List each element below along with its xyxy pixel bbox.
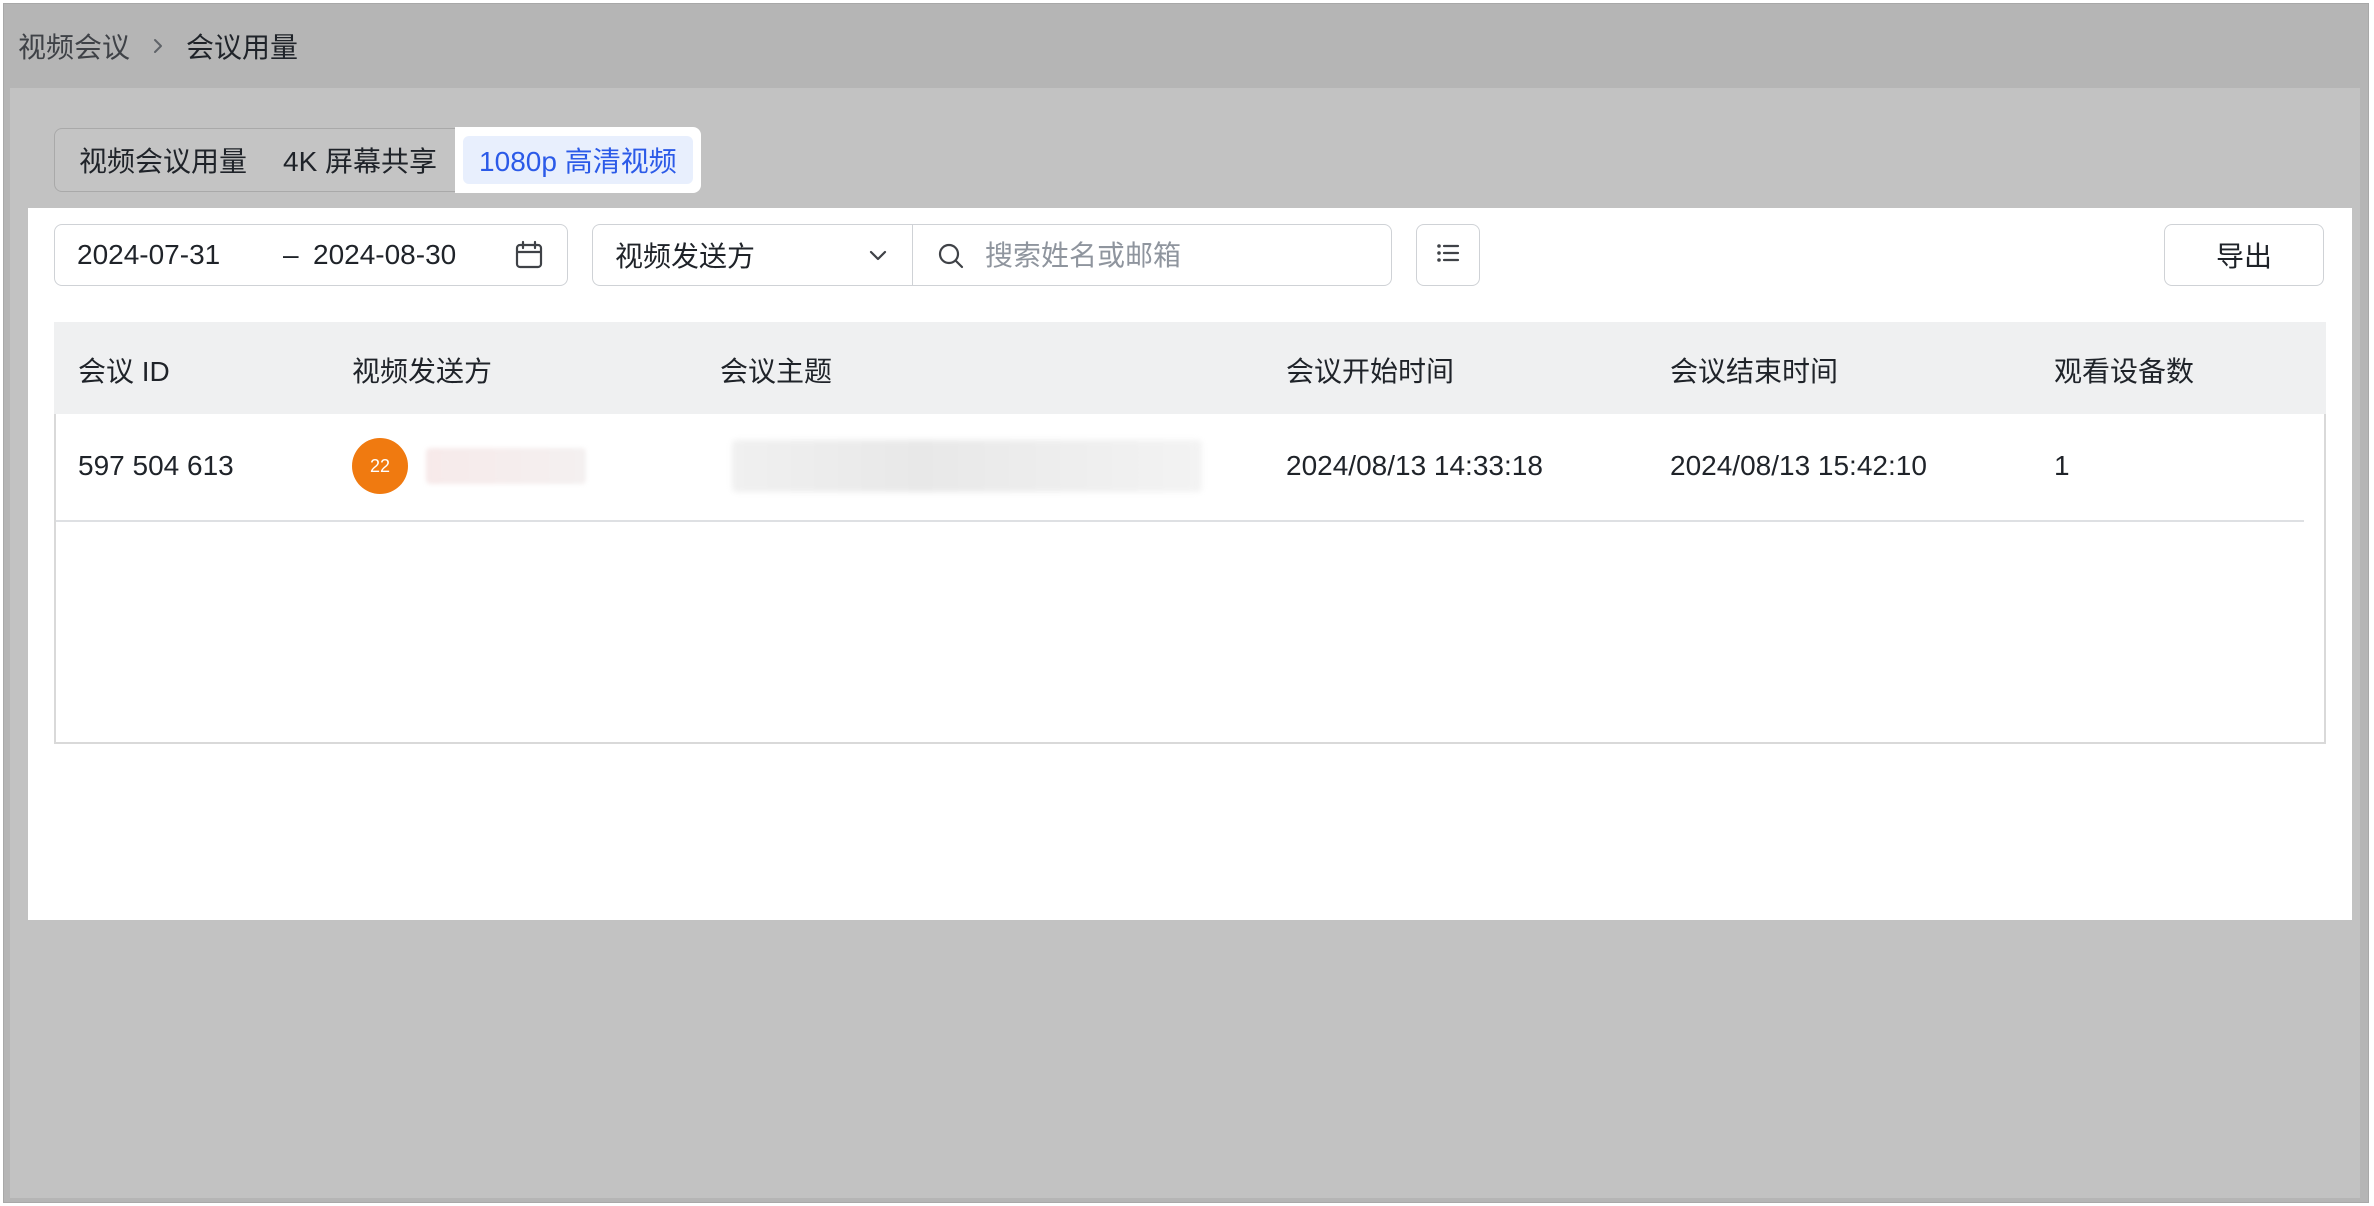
redacted-meeting-subject bbox=[732, 440, 1202, 492]
chevron-down-icon bbox=[864, 242, 892, 270]
usage-table: 会议 ID 视频发送方 会议主题 会议开始时间 会议结束时间 观看设备数 597… bbox=[54, 322, 2326, 522]
filter-toolbar: 2024-07-31 – 2024-08-30 视频发送方 搜索姓名或邮箱 导出 bbox=[28, 208, 2352, 308]
avatar: 22 bbox=[352, 438, 408, 494]
search-box bbox=[912, 224, 1392, 286]
header-meeting-id: 会议 ID bbox=[78, 356, 170, 387]
date-separator: – bbox=[283, 239, 299, 270]
sender-select-value: 视频发送方 bbox=[615, 241, 756, 272]
cell-device-count: 1 bbox=[2054, 450, 2070, 481]
usage-tabs: 视频会议用量 4K 屏幕共享 1080p 高清视频 bbox=[54, 127, 701, 193]
header-start-time: 会议开始时间 bbox=[1286, 356, 1455, 387]
table-row[interactable]: 597 504 613 22 2024/08/13 14:33:18 2024/… bbox=[54, 414, 2304, 522]
tab-4k-screen-share[interactable]: 4K 屏幕共享 bbox=[265, 129, 455, 191]
search-icon bbox=[935, 240, 967, 272]
list-icon bbox=[1433, 238, 1463, 273]
header-meeting-subject: 会议主题 bbox=[720, 356, 833, 387]
search-input[interactable] bbox=[983, 235, 1377, 277]
calendar-icon[interactable] bbox=[513, 239, 545, 271]
cell-start-time: 2024/08/13 14:33:18 bbox=[1286, 450, 1543, 481]
header-video-sender: 视频发送方 bbox=[352, 356, 493, 387]
app-frame: 视频会议 会议用量 视频会议用量 4K 屏幕共享 1080p 高清视频 2024… bbox=[3, 3, 2369, 1203]
sender-select[interactable]: 视频发送方 bbox=[592, 224, 912, 286]
table-header: 会议 ID 视频发送方 会议主题 会议开始时间 会议结束时间 观看设备数 bbox=[54, 322, 2326, 414]
breadcrumb-parent[interactable]: 视频会议 bbox=[18, 26, 130, 66]
tab-video-meeting-usage[interactable]: 视频会议用量 bbox=[61, 129, 265, 191]
cell-meeting-id: 597 504 613 bbox=[78, 450, 234, 481]
cell-end-time: 2024/08/13 15:42:10 bbox=[1670, 450, 1927, 481]
redacted-sender-name bbox=[426, 448, 586, 484]
breadcrumb: 视频会议 会议用量 bbox=[18, 26, 298, 66]
header-device-count: 观看设备数 bbox=[2054, 356, 2195, 387]
tab-active-wrapper: 1080p 高清视频 bbox=[455, 127, 701, 193]
date-start[interactable]: 2024-07-31 bbox=[77, 239, 220, 271]
date-end[interactable]: 2024-08-30 bbox=[313, 239, 456, 271]
usage-card: 2024-07-31 – 2024-08-30 视频发送方 搜索姓名或邮箱 导出… bbox=[28, 208, 2352, 920]
date-range-picker[interactable]: 2024-07-31 – 2024-08-30 bbox=[54, 224, 568, 286]
export-button[interactable]: 导出 bbox=[2164, 224, 2324, 286]
chevron-right-icon bbox=[140, 28, 176, 64]
breadcrumb-current: 会议用量 bbox=[186, 32, 299, 63]
tab-1080p-hd-video[interactable]: 1080p 高清视频 bbox=[463, 136, 693, 184]
column-settings-button[interactable] bbox=[1416, 224, 1480, 286]
header-end-time: 会议结束时间 bbox=[1670, 356, 1839, 387]
content-panel: 视频会议用量 4K 屏幕共享 1080p 高清视频 2024-07-31 – 2… bbox=[10, 88, 2360, 1198]
